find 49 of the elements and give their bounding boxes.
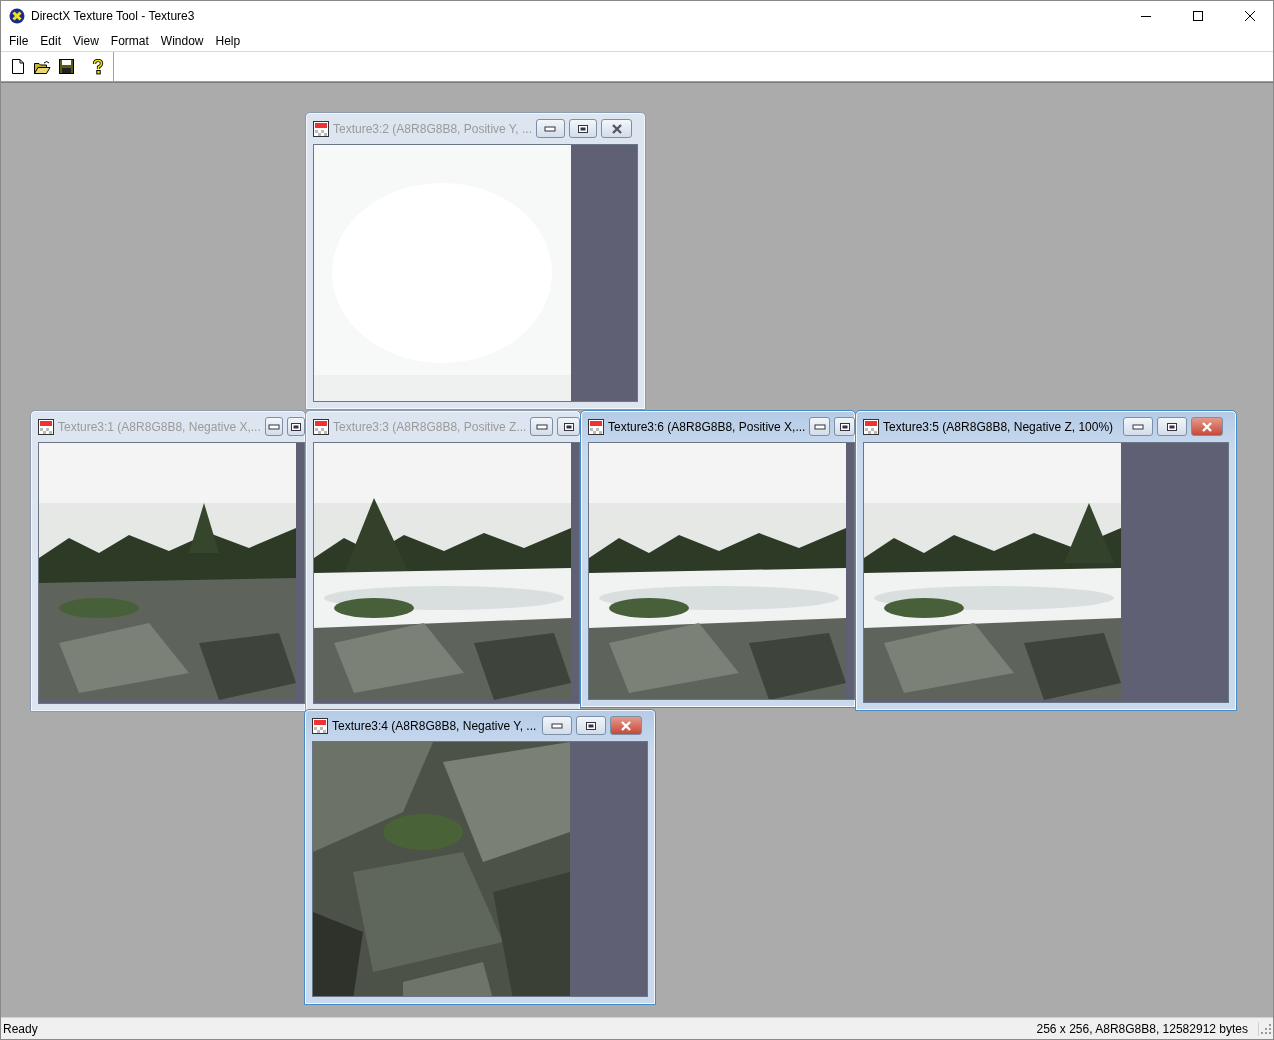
- menu-item[interactable]: Format: [104, 34, 155, 48]
- close-icon: [610, 123, 623, 134]
- restore-button[interactable]: [286, 417, 305, 436]
- dds-file-icon: [863, 418, 879, 435]
- maximize-icon: [1193, 11, 1203, 21]
- minimize-icon: [544, 125, 557, 132]
- close-icon: [1245, 11, 1255, 21]
- menu-item[interactable]: Help: [209, 34, 247, 48]
- minimize-icon: [551, 722, 563, 729]
- status-info: 256 x 256, A8R8G8B8, 12582912 bytes: [1030, 1021, 1259, 1036]
- restore-icon: [838, 421, 851, 432]
- window-title: Texture3:6 (A8R8G8B8, Positive X,...: [608, 419, 806, 434]
- close-button[interactable]: [1191, 417, 1223, 436]
- menu-item[interactable]: Window: [154, 34, 210, 48]
- restore-button[interactable]: [568, 119, 598, 138]
- dds-file-icon: [38, 418, 54, 435]
- menu-item[interactable]: View: [67, 34, 105, 48]
- minimize-icon: [813, 423, 826, 430]
- close-icon: [620, 720, 632, 731]
- resize-grip-icon[interactable]: [1259, 1021, 1273, 1036]
- restore-icon: [1166, 421, 1178, 432]
- window-title: Texture3:1 (A8R8G8B8, Negative X,...: [58, 419, 261, 434]
- restore-button[interactable]: [576, 716, 606, 735]
- menu-item[interactable]: Edit: [34, 34, 68, 48]
- window-title: Texture3:2 (A8R8G8B8, Positive Y, ...: [333, 121, 532, 136]
- minimize-icon: [535, 423, 548, 430]
- restore-button[interactable]: [557, 417, 580, 436]
- restore-icon: [562, 421, 575, 432]
- restore-icon: [289, 421, 302, 432]
- dds-file-icon: [313, 418, 329, 435]
- app-title: DirectX Texture Tool - Texture3: [31, 9, 196, 23]
- app-logo-icon: [9, 8, 25, 24]
- restore-button[interactable]: [1157, 417, 1187, 436]
- close-icon: [1201, 421, 1213, 432]
- minimize-icon: [267, 423, 280, 430]
- window-title: Texture3:4 (A8R8G8B8, Negative Y, ...: [332, 718, 538, 733]
- window-title: Texture3:3 (A8R8G8B8, Positive Z...: [333, 419, 527, 434]
- window-title: Texture3:5 (A8R8G8B8, Negative Z, 100%): [883, 419, 1115, 434]
- dds-file-icon: [313, 120, 329, 137]
- restore-button[interactable]: [834, 417, 855, 436]
- menu-item[interactable]: File: [3, 34, 35, 48]
- dds-file-icon: [312, 717, 328, 734]
- restore-icon: [585, 720, 597, 731]
- restore-icon: [577, 123, 590, 134]
- close-button[interactable]: [610, 716, 642, 735]
- dds-file-icon: [588, 418, 604, 435]
- close-button[interactable]: [601, 119, 632, 138]
- minimize-icon: [1132, 423, 1144, 430]
- status-text: Ready: [3, 1021, 39, 1036]
